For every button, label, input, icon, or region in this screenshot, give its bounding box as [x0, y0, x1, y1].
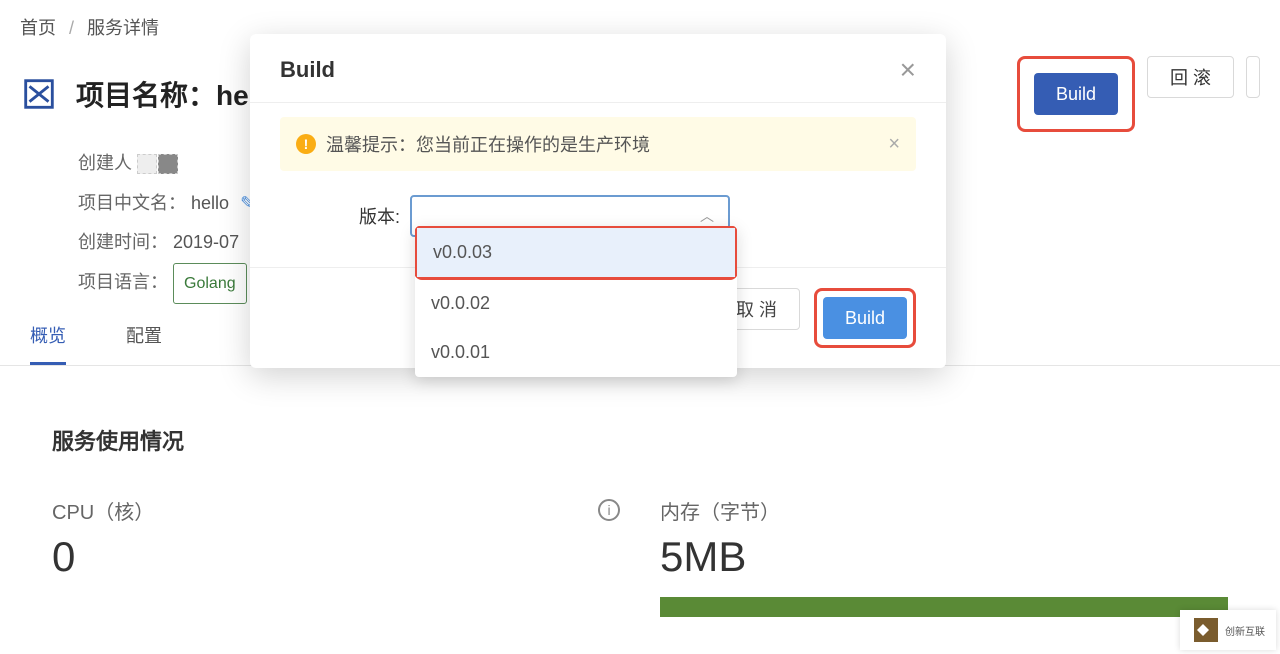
alert-close-icon[interactable]: ×	[888, 133, 900, 156]
breadcrumb-sep: /	[69, 18, 74, 38]
close-icon[interactable]: ×	[900, 56, 916, 84]
build-button[interactable]: Build	[1034, 73, 1118, 115]
mem-stat: 内存（字节） 5MB	[660, 496, 1228, 617]
breadcrumb-detail: 服务详情	[87, 18, 159, 38]
lang-label: 项目语言：	[78, 272, 168, 292]
chevron-up-icon: ︿	[700, 206, 714, 226]
avatar	[137, 154, 157, 174]
cn-name-value: hello	[191, 193, 229, 213]
watermark: 创新互联	[1180, 610, 1276, 650]
mem-usage-bar	[660, 597, 1228, 617]
panel-title: 服务使用情况	[8, 400, 1272, 466]
avatar	[158, 154, 178, 174]
modal-title: Build	[280, 57, 335, 83]
mem-value: 5MB	[660, 533, 1228, 581]
cpu-stat: CPU（核） i 0	[52, 496, 620, 617]
version-option[interactable]: v0.0.01	[415, 328, 737, 377]
tab-config[interactable]: 配置	[126, 322, 162, 365]
version-label: 版本:	[280, 203, 410, 229]
tab-overview[interactable]: 概览	[30, 322, 66, 365]
alert-banner: ! 温馨提示：您当前正在操作的是生产环境 ×	[280, 117, 916, 171]
highlight-modal-build: Build	[814, 288, 916, 348]
rollback-button[interactable]: 回 滚	[1147, 56, 1234, 98]
creator-label: 创建人	[78, 153, 132, 173]
info-icon[interactable]: i	[598, 499, 620, 521]
more-button[interactable]	[1246, 56, 1260, 98]
highlight-option: v0.0.03	[415, 226, 737, 280]
modal-build-button[interactable]: Build	[823, 297, 907, 339]
project-logo	[20, 75, 58, 113]
mem-label: 内存（字节）	[660, 496, 780, 525]
highlight-build-button: Build	[1017, 56, 1135, 132]
lang-tag: Golang	[173, 263, 247, 304]
alert-text: 温馨提示：您当前正在操作的是生产环境	[326, 131, 650, 157]
version-option[interactable]: v0.0.02	[415, 279, 737, 328]
breadcrumb-home[interactable]: 首页	[20, 18, 56, 38]
cpu-label: CPU（核）	[52, 496, 154, 525]
version-option[interactable]: v0.0.03	[417, 228, 735, 277]
warning-icon: !	[296, 134, 316, 154]
cpu-value: 0	[52, 533, 620, 581]
created-label: 创建时间：	[78, 232, 168, 252]
created-value: 2019-07	[173, 232, 239, 252]
cn-name-label: 项目中文名：	[78, 193, 186, 213]
version-dropdown: v0.0.03 v0.0.02 v0.0.01	[415, 226, 737, 377]
usage-panel: 服务使用情况 CPU（核） i 0 内存（字节） 5MB	[8, 400, 1272, 617]
